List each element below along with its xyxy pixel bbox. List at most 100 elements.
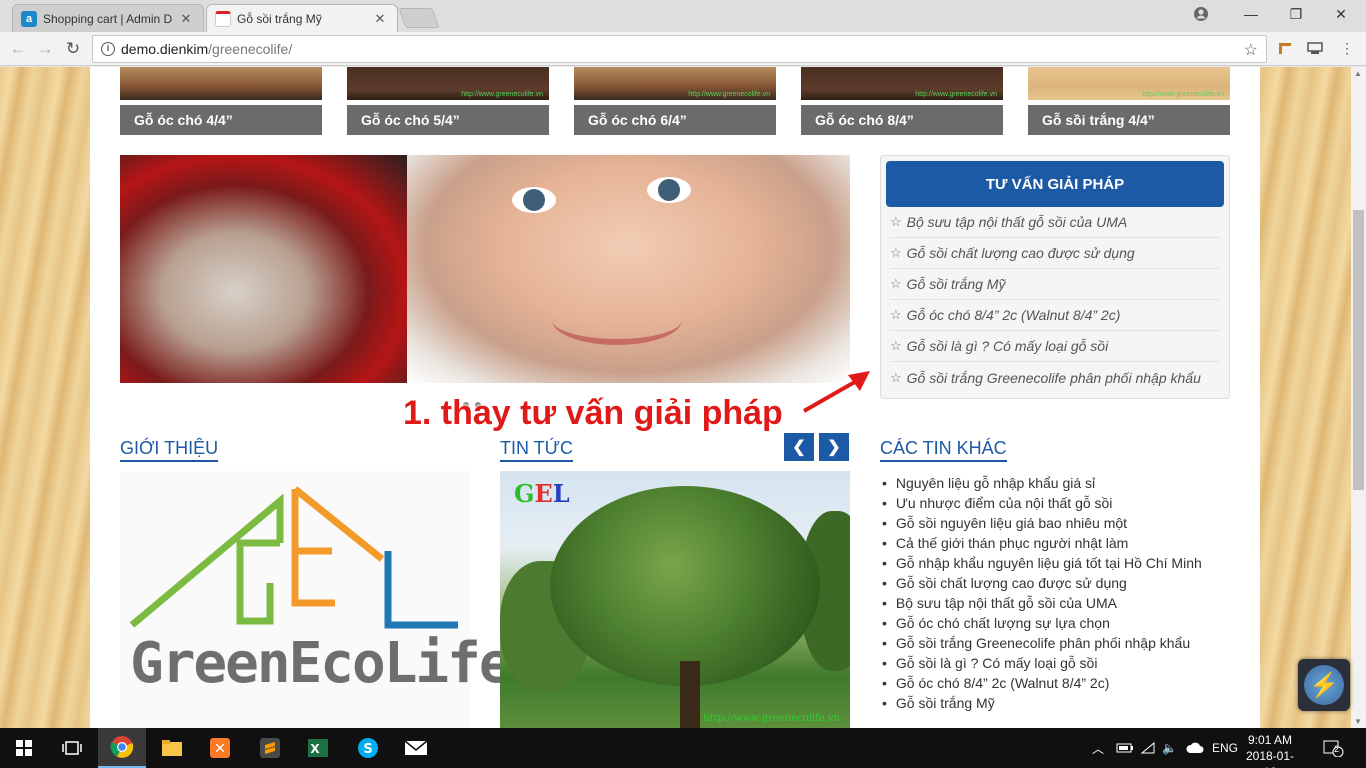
sublime-text-icon[interactable] xyxy=(246,728,294,768)
input-language[interactable]: ENG xyxy=(1212,728,1238,768)
reload-icon[interactable]: ↻ xyxy=(60,36,86,62)
excel-icon[interactable]: X xyxy=(294,728,342,768)
list-item[interactable]: Gỗ sồi trắng Greenecolife phân phối nhập… xyxy=(880,633,1202,653)
list-item[interactable]: Nguyên liệu gỗ nhập khẩu giá sỉ xyxy=(880,473,1202,493)
product-name[interactable]: Gỗ óc chó 4/4” xyxy=(120,105,322,135)
star-icon: ☆ xyxy=(890,307,902,322)
list-item[interactable]: Gỗ óc chó chất lượng sự lựa chọn xyxy=(880,613,1202,633)
browser-tab-bar: a Shopping cart | Admin D ✕ Gỗ sồi trắng… xyxy=(0,0,1366,32)
list-item[interactable]: Gỗ sồi là gì ? Có mấy loại gỗ sồi xyxy=(880,653,1202,673)
skype-icon[interactable]: S xyxy=(344,728,392,768)
news-next-button[interactable]: ❯ xyxy=(819,433,849,461)
advice-item[interactable]: ☆ Bộ sưu tập nội thất gỗ sồi của UMA xyxy=(890,207,1220,238)
list-item[interactable]: Gỗ sồi trắng Mỹ xyxy=(880,693,1202,713)
info-icon[interactable]: i xyxy=(101,42,115,56)
system-clock[interactable]: 9:01 AM 2018-01-16 xyxy=(1240,732,1300,768)
product-image[interactable]: http://www.greenecolife.vn xyxy=(1028,67,1230,100)
scroll-up-icon[interactable]: ▲ xyxy=(1354,69,1362,78)
clock-date: 2018-01-16 xyxy=(1245,749,1295,768)
section-title-news[interactable]: TIN TỨC xyxy=(500,438,574,462)
list-item[interactable]: Gỗ sồi chất lượng cao được sử dụng xyxy=(880,573,1202,593)
gel-logo-icon xyxy=(129,486,458,629)
list-item[interactable]: Gỗ óc chó 8/4” 2c (Walnut 8/4” 2c) xyxy=(880,673,1202,693)
advice-item[interactable]: ☆ Gỗ sồi chất lượng cao được sử dụng xyxy=(890,238,1220,269)
list-item[interactable]: Ưu nhược điểm của nội thất gỗ sồi xyxy=(880,493,1202,513)
product-image[interactable]: http://www.greenecolife.vn xyxy=(801,67,1003,100)
start-windows-icon[interactable] xyxy=(0,728,48,768)
section-title-intro[interactable]: GIỚI THIỆU xyxy=(120,438,219,462)
chrome-taskbar-icon[interactable] xyxy=(98,728,146,768)
product-tile[interactable]: http://www.greenecolife.vn Gỗ óc chó 6/4… xyxy=(574,67,776,135)
product-image[interactable] xyxy=(120,67,322,100)
cast-icon[interactable] xyxy=(1306,40,1324,58)
onedrive-icon[interactable] xyxy=(1186,728,1204,768)
other-news-list: Nguyên liệu gỗ nhập khẩu giá sỉ Ưu nhược… xyxy=(880,473,1202,713)
product-name[interactable]: Gỗ óc chó 8/4” xyxy=(801,105,1003,135)
advice-title[interactable]: TƯ VẤN GIẢI PHÁP xyxy=(886,161,1224,207)
news-prev-button[interactable]: ❮ xyxy=(784,433,814,461)
product-name[interactable]: Gỗ óc chó 6/4” xyxy=(574,105,776,135)
tab-title: Shopping cart | Admin D xyxy=(43,11,173,26)
menu-icon[interactable]: ⋮ xyxy=(1338,40,1356,58)
list-item[interactable]: Gỗ nhập khẩu nguyên liệu giá tốt tại Hồ … xyxy=(880,553,1202,573)
page-scrollbar[interactable]: ▲ ▼ xyxy=(1351,67,1366,728)
mail-icon[interactable] xyxy=(392,728,440,768)
advice-item[interactable]: ☆ Gỗ sồi trắng Greenecolife phân phối nhậ… xyxy=(890,362,1220,393)
watermark: http://www.greenecolife.vn xyxy=(461,91,543,98)
file-explorer-icon[interactable] xyxy=(148,728,196,768)
section-title-other[interactable]: CÁC TIN KHÁC xyxy=(880,438,1007,462)
back-icon[interactable]: ← xyxy=(5,36,31,62)
advice-item[interactable]: ☆ Gỗ óc chó 8/4” 2c (Walnut 8/4” 2c) xyxy=(890,300,1220,331)
volume-icon[interactable]: 🔈 xyxy=(1162,728,1177,768)
scroll-down-icon[interactable]: ▼ xyxy=(1354,717,1362,726)
forward-icon[interactable]: → xyxy=(32,36,58,62)
bookmark-star-icon[interactable]: ☆ xyxy=(1244,40,1258,60)
page-content: Gỗ óc chó 4/4” http://www.greenecolife.v… xyxy=(90,67,1260,728)
battery-icon[interactable] xyxy=(1116,728,1134,768)
scrollbar-thumb[interactable] xyxy=(1353,210,1364,490)
annotation-arrow-icon xyxy=(803,371,870,413)
address-bar[interactable]: i demo.dienkim/greenecolife/ ☆ xyxy=(92,35,1267,63)
admin-favicon-icon: a xyxy=(21,10,37,27)
tab-go-soi-trang-my[interactable]: Gỗ sồi trắng Mỹ ✕ xyxy=(206,4,398,32)
show-hidden-icons[interactable]: ︿ xyxy=(1092,728,1104,768)
xampp-icon[interactable]: ✕ xyxy=(196,728,244,768)
watermark: http://www.greenecolife.vn xyxy=(1142,91,1224,98)
product-tile[interactable]: http://www.greenecolife.vn Gỗ óc chó 8/4… xyxy=(801,67,1003,135)
tab-shopping-cart[interactable]: a Shopping cart | Admin D ✕ xyxy=(12,4,204,32)
clock-time: 9:01 AM xyxy=(1247,733,1293,747)
news-image[interactable]: GEL http://www.greenecolife.vn xyxy=(500,471,850,728)
list-item[interactable]: Cả thế giới thán phục người nhật làm xyxy=(880,533,1202,553)
advice-item[interactable]: ☆ Gỗ sồi trắng Mỹ xyxy=(890,269,1220,300)
url-host: demo.dienkim xyxy=(121,41,209,57)
product-name[interactable]: Gỗ sồi trắng 4/4” xyxy=(1028,105,1230,135)
extension-icon[interactable] xyxy=(1276,40,1294,58)
advice-item[interactable]: ☆ Gỗ sồi là gì ? Có mấy loại gỗ sồi xyxy=(890,331,1220,362)
product-tile[interactable]: Gỗ óc chó 4/4” xyxy=(120,67,322,135)
close-icon[interactable]: ✕ xyxy=(373,11,387,27)
lightning-icon: ⚡ xyxy=(1304,665,1344,705)
annotation-text: 1. thay tư vấn giải pháp xyxy=(403,394,783,432)
wifi-icon[interactable] xyxy=(1140,728,1156,768)
watermark: http://www.greenecolife.vn xyxy=(688,91,770,98)
minimize-icon[interactable]: — xyxy=(1228,0,1274,28)
list-item[interactable]: Gỗ sồi nguyên liệu giá bao nhiêu một xyxy=(880,513,1202,533)
list-item[interactable]: Bộ sưu tập nội thất gỗ sồi của UMA xyxy=(880,593,1202,613)
profile-icon[interactable] xyxy=(1178,0,1224,28)
product-tile[interactable]: http://www.greenecolife.vn Gỗ óc chó 5/4… xyxy=(347,67,549,135)
action-center-icon[interactable]: 2 xyxy=(1322,728,1344,768)
star-icon: ☆ xyxy=(890,276,902,291)
svg-text:S: S xyxy=(363,742,372,757)
product-image[interactable]: http://www.greenecolife.vn xyxy=(574,67,776,100)
product-image[interactable]: http://www.greenecolife.vn xyxy=(347,67,549,100)
close-window-icon[interactable]: ✕ xyxy=(1318,0,1364,28)
floating-app-button[interactable]: ⚡ xyxy=(1298,659,1350,711)
close-icon[interactable]: ✕ xyxy=(179,11,193,27)
hero-slider[interactable] xyxy=(120,155,850,383)
restore-icon[interactable]: ❐ xyxy=(1273,0,1319,28)
product-tile[interactable]: http://www.greenecolife.vn Gỗ sồi trắng … xyxy=(1028,67,1230,135)
intro-logo-image[interactable]: GreenEcoLife xyxy=(120,471,513,728)
new-tab-button[interactable] xyxy=(398,8,440,28)
task-view-icon[interactable] xyxy=(48,728,96,768)
product-name[interactable]: Gỗ óc chó 5/4” xyxy=(347,105,549,135)
